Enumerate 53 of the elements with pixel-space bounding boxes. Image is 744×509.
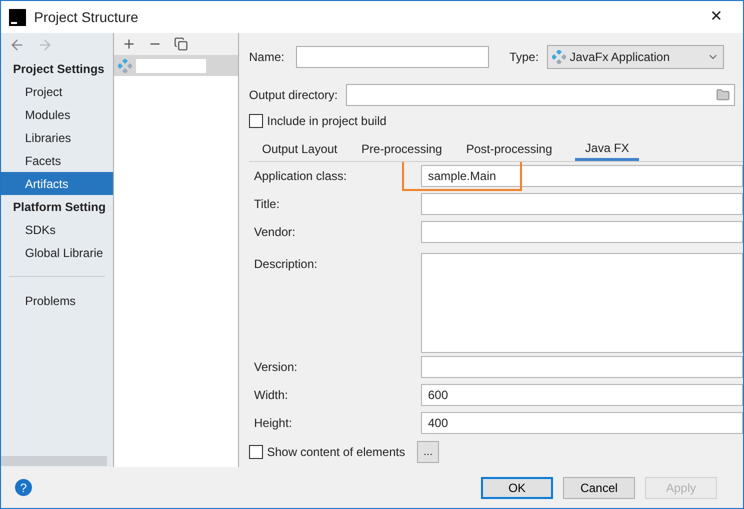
type-dropdown[interactable]: JavaFx Application [546,45,724,69]
text-field[interactable] [421,356,743,378]
sidebar-item[interactable]: Modules [1,103,113,126]
checkbox[interactable] [249,114,263,128]
field-label: Title: [254,196,281,214]
tab[interactable]: Post-processing [465,137,554,161]
back-icon[interactable] [9,37,25,53]
dialog-button[interactable]: Cancel [563,476,635,498]
section-heading: Platform Setting [12,198,107,216]
sidebar-item[interactable]: Libraries [1,126,113,149]
app-logo-icon [9,8,26,26]
field-label: Vendor: [254,224,296,242]
text-field[interactable] [421,221,743,244]
output-directory-field[interactable] [346,84,735,106]
field-label: Application class: [254,168,348,186]
add-icon[interactable] [122,37,136,51]
text-field[interactable]: 600 [421,384,743,406]
application-class-field[interactable]: sample.Main [421,165,743,188]
description-field[interactable] [421,252,743,353]
name-field[interactable] [296,46,490,68]
sidebar-item[interactable]: Project [1,80,113,103]
sidebar-item[interactable]: Problems [1,289,113,312]
sidebar-item[interactable]: SDKs [1,218,113,241]
field-label: Type: [509,49,539,66]
section-heading: Project Settings [12,60,106,78]
checkbox-label: Show content of elements [267,444,406,461]
forward-icon[interactable] [37,37,53,53]
checkbox-label: Include in project build [267,113,386,130]
sidebar-item[interactable]: Facets [1,149,113,172]
field-label: Width: [254,386,290,404]
diamond-icon [552,50,566,64]
field-label: Description: [254,256,318,273]
checkbox[interactable] [249,445,263,459]
sidebar-item[interactable]: Global Librarie [1,241,113,264]
copy-icon[interactable] [174,37,188,51]
browse-button[interactable]: ... [417,441,440,463]
tab[interactable]: Output Layout [261,137,338,161]
dialog-button[interactable]: OK [481,476,553,498]
field-label: Version: [254,358,298,376]
window-title: Project Structure [34,8,138,27]
tab[interactable]: Pre-processing [360,137,444,161]
sidebar-item[interactable]: Artifacts [1,172,113,195]
diamond-icon [118,58,132,72]
folder-icon[interactable] [716,88,730,102]
tab[interactable]: Java FX [575,137,640,161]
close-button[interactable]: ✕ [698,6,735,28]
field-label: Output directory: [249,87,338,104]
field-label: Height: [254,414,294,432]
help-icon[interactable]: ? [15,479,32,496]
text-field[interactable]: 400 [421,412,743,434]
field-label: Name: [249,49,284,66]
scrollbar[interactable] [1,456,107,466]
text-field[interactable] [421,193,743,216]
